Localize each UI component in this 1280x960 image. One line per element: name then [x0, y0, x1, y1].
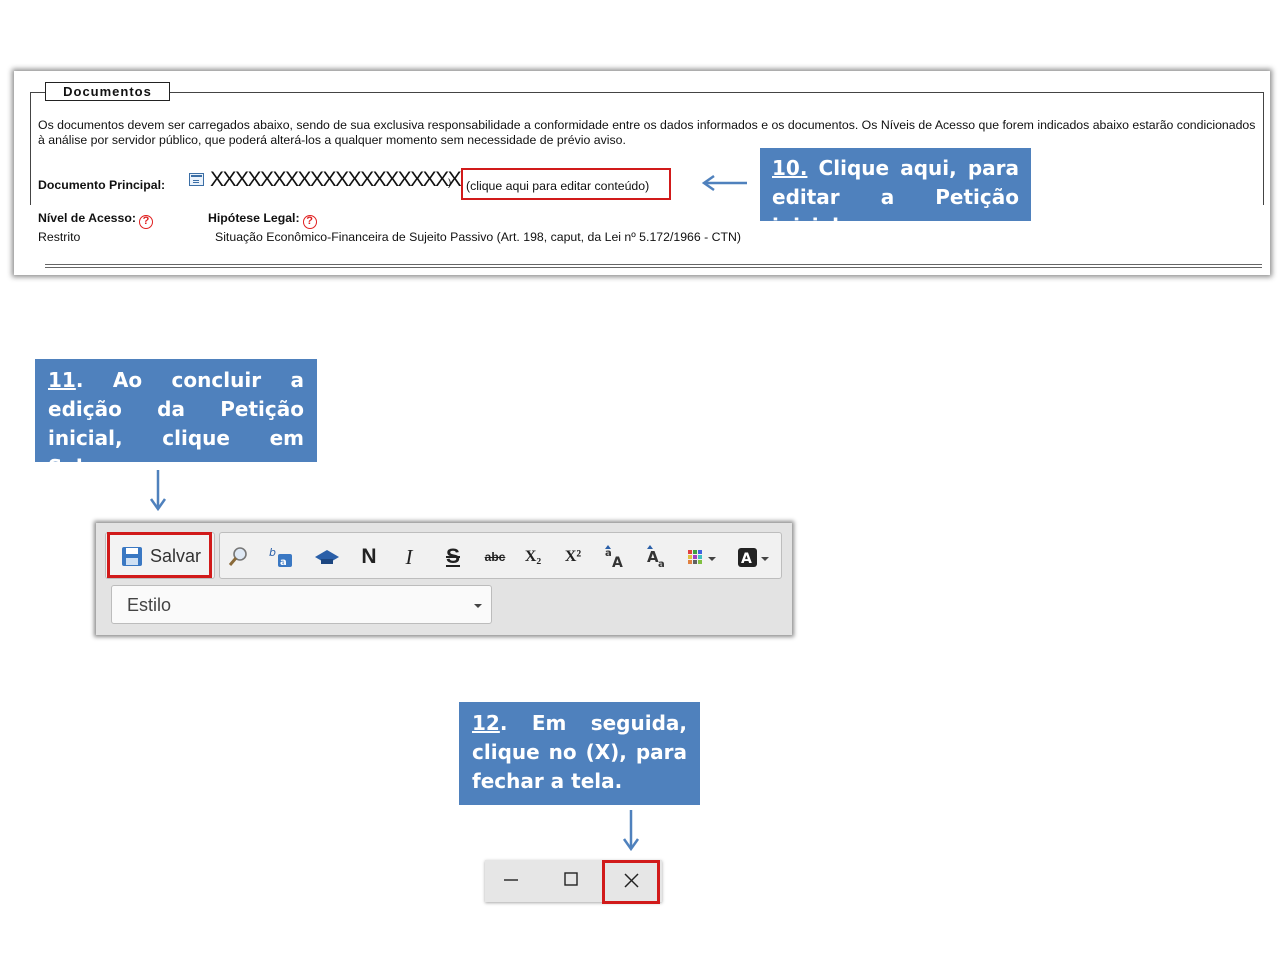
chevron-down-icon	[474, 604, 482, 608]
help-icon[interactable]: ?	[138, 215, 153, 229]
maximize-button[interactable]	[543, 860, 602, 902]
documentos-legend: Documentos	[45, 82, 170, 101]
font-size-up-icon[interactable]: a A	[604, 545, 628, 569]
font-size-down-icon[interactable]: A a	[646, 545, 670, 569]
svg-text:A: A	[612, 555, 623, 569]
edit-content-link[interactable]: (clique aqui para editar conteúdo)	[466, 179, 649, 193]
bold-icon[interactable]: N	[358, 545, 380, 569]
separator: )	[448, 178, 452, 189]
replace-icon[interactable]: b a	[267, 545, 295, 569]
edit-content-link-highlight[interactable]: (clique aqui para editar conteúdo)	[461, 168, 671, 200]
editor-toolbar: Salvar b a N I S abc X₂ X² a A A a A Est…	[96, 523, 792, 635]
subscript-icon[interactable]: X₂	[521, 545, 545, 569]
save-icon	[122, 547, 142, 566]
help-icon[interactable]: ?	[302, 215, 317, 229]
nivel-acesso-value: Restrito	[38, 230, 81, 244]
hipotese-legal-value: Situação Econômico-Financeira de Sujeito…	[215, 230, 742, 244]
style-select[interactable]: Estilo	[111, 585, 492, 624]
text-color-icon[interactable]: A	[736, 545, 772, 569]
callout-step-11: 11. Ao concluir a edição da Petição inic…	[35, 359, 317, 479]
find-icon[interactable]	[227, 545, 251, 569]
divider	[45, 264, 1262, 268]
close-button[interactable]	[602, 860, 660, 904]
svg-text:b: b	[269, 546, 276, 559]
style-select-value: Estilo	[127, 595, 172, 615]
arrow-down-icon	[622, 810, 640, 852]
strikethrough-icon[interactable]: S	[442, 545, 464, 569]
window-controls	[485, 860, 662, 904]
svg-text:a: a	[280, 557, 287, 568]
minimize-button[interactable]	[485, 860, 544, 902]
documentos-panel: Documentos Os documentos devem ser carre…	[14, 71, 1270, 275]
document-icon	[189, 173, 204, 186]
save-label: Salvar	[150, 546, 202, 566]
hipotese-legal-label: Hipótese Legal:?	[208, 211, 317, 229]
arrow-left-icon	[701, 174, 747, 192]
superscript-icon[interactable]: X²	[561, 545, 585, 569]
svg-text:a: a	[658, 559, 665, 569]
callout-step-12: 12. Em seguida, clique no (X), para fech…	[459, 702, 700, 805]
nivel-acesso-label: Nível de Acesso:?	[38, 211, 153, 229]
save-button[interactable]: Salvar	[107, 532, 212, 578]
svg-text:a: a	[605, 548, 612, 559]
documentos-intro: Os documentos devem ser carregados abaix…	[38, 118, 1256, 147]
close-icon	[624, 873, 639, 888]
italic-icon[interactable]: I	[400, 545, 418, 569]
color-grid-icon[interactable]	[686, 545, 722, 569]
cap-icon[interactable]	[313, 545, 341, 569]
callout-step-10: 10. Clique aqui, para editar a Petição i…	[760, 148, 1031, 238]
documento-principal-name[interactable]: XXXXXXXXXXXXXXXXXXXX	[210, 168, 462, 192]
svg-text:A: A	[741, 551, 752, 567]
abc-icon[interactable]: abc	[480, 545, 510, 569]
arrow-down-icon	[149, 470, 167, 512]
maximize-icon	[564, 872, 578, 886]
documento-principal-label: Documento Principal:	[38, 178, 166, 192]
